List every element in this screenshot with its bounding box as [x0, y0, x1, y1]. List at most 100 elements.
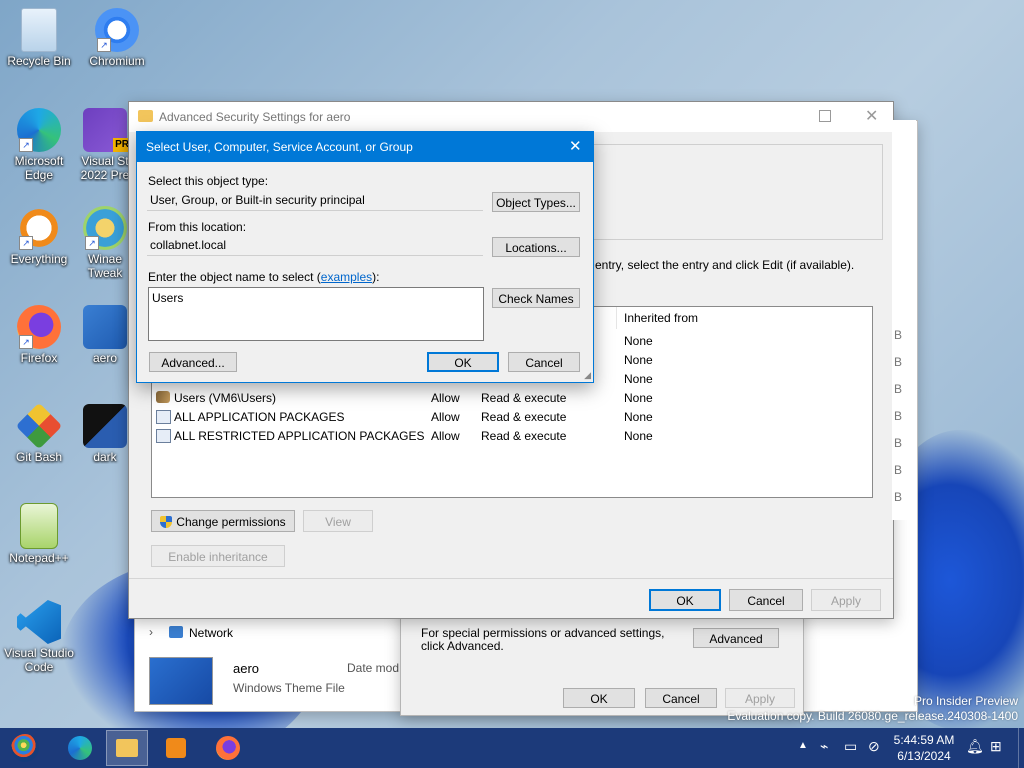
folder-icon — [116, 739, 138, 757]
special-permissions-text: For special permissions or advanced sett… — [421, 626, 665, 653]
instruction-text: entry, select the entry and click Edit (… — [595, 258, 855, 272]
desktop-icon-firefox[interactable]: ↗ Firefox — [3, 305, 75, 365]
shortcut-arrow-icon: ↗ — [97, 38, 111, 52]
inherited-cell: None — [624, 391, 653, 405]
show-desktop-strip[interactable] — [1018, 728, 1024, 768]
table-row[interactable]: ALL APPLICATION PACKAGES Allow Read & ex… — [152, 407, 870, 426]
type-cell: Allow — [431, 410, 460, 424]
taskbar-firefox[interactable] — [210, 732, 246, 764]
firefox-icon: ↗ — [17, 305, 61, 349]
recycle-bin-icon — [21, 8, 57, 52]
desktop-icon-label: Visual Studio Code — [4, 646, 74, 674]
taskbar-file-explorer[interactable] — [106, 730, 148, 766]
volume-muted-icon[interactable]: ⊘ — [868, 738, 880, 755]
desktop-icon-git-bash[interactable]: Git Bash — [3, 402, 75, 464]
title-bar: Advanced Security Settings for aero ✕ — [129, 102, 893, 132]
dialog-title: Select User, Computer, Service Account, … — [146, 140, 413, 154]
display-icon[interactable]: ▭ — [844, 738, 857, 755]
watermark-line1: Pro Insider Preview — [913, 694, 1018, 708]
properties-ok-button[interactable]: OK — [563, 688, 635, 708]
type-cell: Allow — [431, 391, 460, 405]
object-name-input[interactable]: Users — [148, 287, 484, 341]
nav-item-label: Network — [189, 626, 234, 640]
examples-link[interactable]: examples — [321, 270, 372, 284]
desktop-icon-vscode[interactable]: Visual Studio Code — [3, 600, 75, 674]
table-row[interactable]: ALL RESTRICTED APPLICATION PACKAGES Allo… — [152, 426, 870, 445]
select-user-dialog: Select User, Computer, Service Account, … — [136, 131, 594, 383]
adv-cancel-button[interactable]: Cancel — [729, 589, 803, 611]
right-edge-column: B B B B B B B — [892, 120, 916, 520]
view-button[interactable]: View — [303, 510, 373, 532]
desktop-icon-label: Recycle Bin — [7, 54, 71, 68]
maximize-icon[interactable] — [819, 110, 831, 122]
media-player-icon — [166, 738, 186, 758]
clock-date: 6/13/2024 — [897, 749, 951, 763]
change-permissions-button[interactable]: Change permissions — [151, 510, 295, 532]
adv-apply-button[interactable]: Apply — [811, 589, 881, 611]
desktop-icon-notepad-plus-plus[interactable]: Notepad++ — [3, 503, 75, 565]
desktop-icon-aero-theme[interactable]: aero — [76, 305, 134, 365]
table-row[interactable]: Users (VM6\Users) Allow Read & execute N… — [152, 388, 870, 407]
desktop-icon-visual-studio[interactable]: PR Visual St 2022 Pre — [76, 108, 134, 182]
principal-cell: Users (VM6\Users) — [174, 391, 277, 405]
visual-studio-icon: PR — [83, 108, 131, 152]
adv-ok-button[interactable]: OK — [649, 589, 721, 611]
object-type-field: User, Group, or Built-in security princi… — [147, 189, 483, 211]
notifications-icon[interactable]: 🔔︎ — [966, 738, 984, 755]
watermark-line2: Evaluation copy. Build 26080.ge_release.… — [727, 709, 1018, 723]
desktop-icon-everything[interactable]: ↗ Everything — [3, 206, 75, 266]
taskbar-media-player[interactable] — [158, 732, 194, 764]
inherited-cell: None — [624, 410, 653, 424]
notepad-plus-plus-icon — [20, 503, 58, 549]
desktop-icon-label: Everything — [10, 252, 68, 266]
file-type: Windows Theme File — [233, 681, 345, 695]
advanced-button[interactable]: Advanced... — [149, 352, 237, 372]
object-name-value: Users — [152, 291, 184, 305]
close-icon[interactable]: ✕ — [865, 106, 878, 126]
folder-icon — [138, 110, 153, 122]
ok-button[interactable]: OK — [427, 352, 499, 372]
network-status-icon[interactable]: ⌁ — [820, 738, 828, 755]
close-icon[interactable]: ✕ — [569, 137, 582, 155]
clock[interactable]: 5:44:59 AM 6/13/2024 — [888, 732, 960, 764]
edge-icon: ↗ — [17, 108, 61, 152]
locations-button[interactable]: Locations... — [492, 237, 580, 257]
label-text: ): — [372, 270, 380, 284]
expand-chevron-icon[interactable]: › — [149, 625, 153, 639]
properties-cancel-button[interactable]: Cancel — [645, 688, 717, 708]
desktop-icon-label: Git Bash — [15, 450, 63, 464]
shortcut-arrow-icon: ↗ — [19, 138, 33, 152]
desktop-icon-label: Winae Tweak — [87, 252, 123, 280]
properties-advanced-button[interactable]: Advanced — [693, 628, 779, 648]
resize-grip-icon[interactable]: ◢ — [584, 370, 591, 381]
network-icon — [169, 626, 183, 638]
location-label: From this location: — [148, 220, 247, 234]
show-hidden-icons-icon[interactable]: ▲ — [798, 740, 808, 751]
check-names-button[interactable]: Check Names — [492, 288, 580, 308]
access-cell: Read & execute — [481, 410, 567, 424]
nav-pane-network[interactable]: › Network — [145, 623, 275, 643]
desktop-icon-recycle-bin[interactable]: Recycle Bin — [3, 8, 75, 68]
inherited-cell: None — [624, 353, 653, 367]
date-modified-header: Date mod — [347, 661, 400, 675]
column-header-inherited-from[interactable]: Inherited from — [624, 311, 698, 325]
title-bar: Select User, Computer, Service Account, … — [137, 132, 593, 162]
change-permissions-label: Change permissions — [176, 515, 286, 529]
taskbar-edge[interactable] — [62, 732, 98, 764]
enable-inheritance-button[interactable]: Enable inheritance — [151, 545, 285, 567]
desktop-icon-dark-theme[interactable]: dark — [76, 404, 134, 464]
vscode-icon — [17, 600, 61, 644]
ime-icon[interactable]: ⊞ — [990, 738, 1002, 755]
start-button[interactable] — [6, 731, 44, 765]
desktop-icon-edge[interactable]: ↗ Microsoft Edge — [3, 108, 75, 182]
desktop-icon-winaero-tweaker[interactable]: ↗ Winae Tweak — [76, 206, 134, 280]
desktop-icon-label: Firefox — [20, 351, 58, 365]
desktop-icon-label: Microsoft Edge — [14, 154, 64, 182]
desktop-icon-chromium[interactable]: ↗ Chromium — [81, 8, 153, 68]
inherited-cell: None — [624, 334, 653, 348]
theme-file-icon — [83, 404, 127, 448]
cancel-button[interactable]: Cancel — [508, 352, 580, 372]
object-types-button[interactable]: Object Types... — [492, 192, 580, 212]
users-group-icon — [156, 391, 170, 403]
theme-file-icon — [83, 305, 127, 349]
